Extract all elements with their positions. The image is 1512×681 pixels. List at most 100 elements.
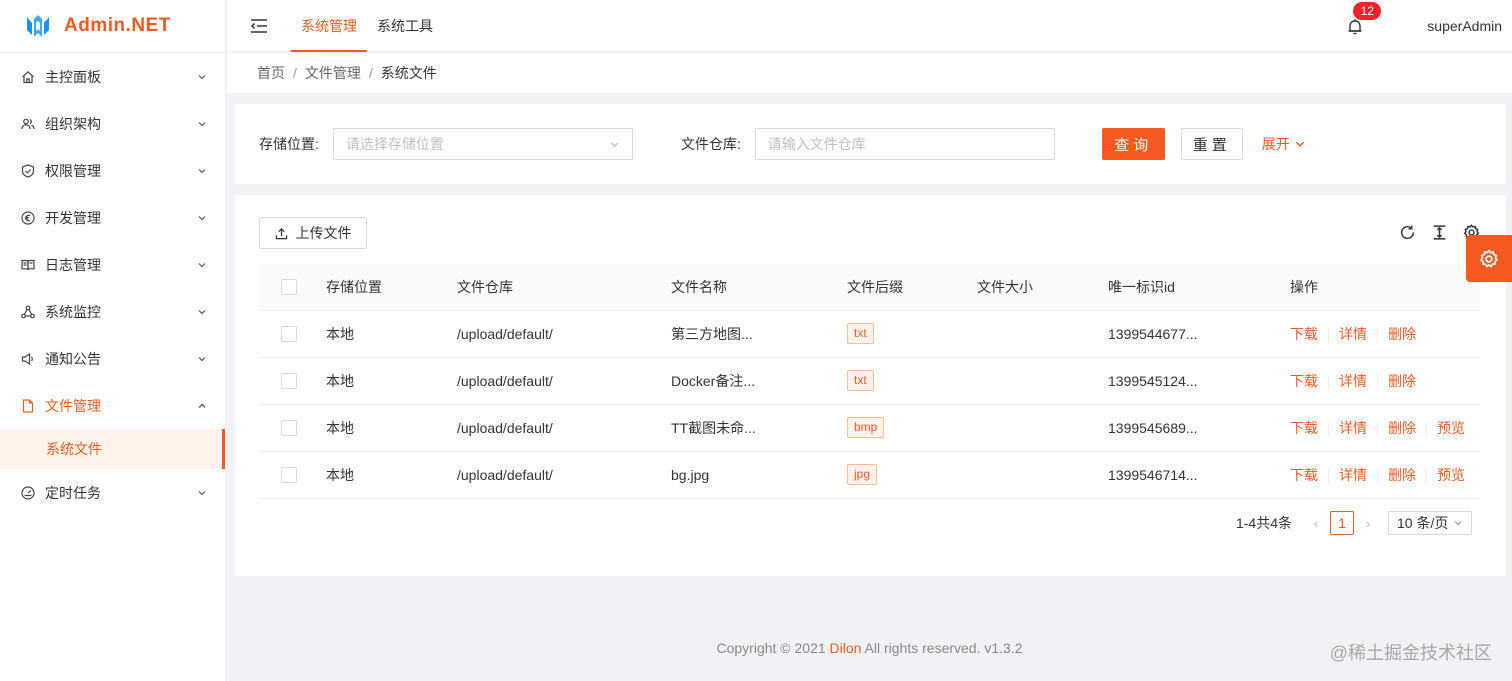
breadcrumb-home[interactable]: 首页 [257, 63, 285, 83]
delete-link[interactable]: 删除 [1388, 467, 1416, 483]
cell-name: Docker备注... [671, 357, 847, 405]
column-header-size[interactable]: 文件大小 [977, 264, 1108, 311]
cell-actions: 下载 详情 删除 [1290, 310, 1480, 358]
sidebar-item-development[interactable]: 开发管理 [0, 194, 225, 241]
row-checkbox[interactable] [281, 420, 297, 437]
storage-label: 存储位置: [259, 136, 319, 152]
table-row: 本地 /upload/default/ TT截图未命... bmp 139954… [259, 404, 1480, 452]
cell-suffix: bmp [847, 404, 977, 452]
cell-storage: 本地 [326, 310, 457, 358]
sound-icon [21, 352, 35, 366]
detail-link[interactable]: 详情 [1339, 326, 1367, 342]
chevron-up-icon [197, 401, 207, 411]
breadcrumb: 首页 / 文件管理 / 系统文件 [227, 53, 1512, 93]
cell-actions: 下载 详情 删除 预览 [1290, 451, 1480, 499]
suffix-tag: txt [847, 370, 874, 391]
select-all-checkbox[interactable] [281, 279, 297, 296]
cell-size [977, 451, 1108, 499]
sidebar-item-file-management[interactable]: 文件管理 [0, 382, 225, 429]
chevron-down-icon [197, 260, 207, 270]
search-form: 存储位置: 请选择存储位置 文件仓库: 查询 重置 展开 [235, 104, 1506, 184]
chevron-down-icon [197, 213, 207, 223]
delete-link[interactable]: 删除 [1388, 326, 1416, 342]
upload-file-button[interactable]: 上传文件 [259, 217, 367, 249]
sidebar-item-logs[interactable]: 日志管理 [0, 241, 225, 288]
cell-storage: 本地 [326, 357, 457, 405]
column-header-repo[interactable]: 文件仓库 [457, 264, 671, 311]
cell-size [977, 357, 1108, 405]
repo-input[interactable] [754, 128, 1055, 160]
detail-link[interactable]: 详情 [1339, 373, 1367, 389]
sidebar-item-dashboard[interactable]: 主控面板 [0, 53, 225, 100]
column-header-id[interactable]: 唯一标识id [1108, 264, 1290, 311]
storage-select-placeholder: 请选择存储位置 [345, 136, 444, 152]
sidebar-subitem-system-files[interactable]: 系统文件 [0, 429, 225, 469]
breadcrumb-file-management[interactable]: 文件管理 [305, 63, 361, 83]
action-divider [1377, 421, 1378, 436]
sidebar-item-scheduled-tasks[interactable]: 定时任务 [0, 469, 225, 516]
breadcrumb-separator: / [368, 65, 373, 81]
column-header-storage[interactable]: 存储位置 [326, 264, 457, 311]
download-link[interactable]: 下载 [1290, 420, 1318, 436]
reload-icon[interactable] [1398, 223, 1416, 241]
sidebar-item-monitoring[interactable]: 系统监控 [0, 288, 225, 335]
tab-label: 系统工具 [377, 17, 433, 34]
app-title: Admin.NET [64, 15, 171, 36]
chevron-down-icon [197, 119, 207, 129]
upload-icon [275, 227, 287, 239]
download-link[interactable]: 下载 [1290, 326, 1318, 342]
detail-link[interactable]: 详情 [1339, 467, 1367, 483]
sidebar-item-announcements[interactable]: 通知公告 [0, 335, 225, 382]
preview-link[interactable]: 预览 [1437, 420, 1465, 436]
download-link[interactable]: 下载 [1290, 467, 1318, 483]
theme-settings-button[interactable] [1466, 235, 1512, 282]
bell-icon [1348, 18, 1362, 34]
prev-page-button[interactable]: ‹ [1304, 516, 1328, 531]
select-all-cell [259, 264, 326, 311]
notification-button[interactable]: 12 [1347, 1, 1382, 36]
tab-system-management[interactable]: 系统管理 [291, 0, 367, 52]
sidebar: Admin.NET 主控面板 组织架构 权限管理 开发管理 日志管理 系统监控 … [0, 0, 226, 681]
page-size-select[interactable]: 10 条/页 [1388, 511, 1472, 535]
expand-link[interactable]: 展开 [1262, 134, 1306, 154]
user-menu[interactable]: superAdmin [1427, 18, 1502, 34]
sidebar-item-organization[interactable]: 组织架构 [0, 100, 225, 147]
sidebar-item-label: 定时任务 [45, 484, 101, 501]
preview-link[interactable]: 预览 [1437, 467, 1465, 483]
notification-badge: 12 [1353, 1, 1382, 20]
breadcrumb-current: 系统文件 [380, 65, 437, 81]
delete-link[interactable]: 删除 [1388, 420, 1416, 436]
page-1-button[interactable]: 1 [1330, 511, 1354, 535]
cell-name: bg.jpg [671, 451, 847, 499]
app-logo[interactable]: Admin.NET [0, 0, 225, 53]
detail-link[interactable]: 详情 [1339, 420, 1367, 436]
download-link[interactable]: 下载 [1290, 373, 1318, 389]
delete-link[interactable]: 删除 [1388, 373, 1416, 389]
row-checkbox[interactable] [281, 373, 297, 390]
tab-label: 系统管理 [301, 17, 357, 34]
query-button[interactable]: 查询 [1101, 128, 1165, 160]
euro-icon [21, 210, 35, 225]
pagination-total: 1-4共4条 [1235, 515, 1292, 531]
row-checkbox[interactable] [281, 467, 297, 484]
row-select-cell [259, 357, 326, 405]
reset-button[interactable]: 重置 [1180, 128, 1243, 160]
cluster-icon [21, 305, 35, 319]
row-checkbox[interactable] [281, 326, 297, 343]
dashboard-icon [21, 485, 35, 500]
footer-brand-link[interactable]: Dilon [830, 640, 862, 656]
suffix-tag: bmp [847, 417, 885, 438]
column-header-suffix[interactable]: 文件后缀 [847, 264, 977, 311]
next-page-button[interactable]: › [1356, 516, 1380, 531]
action-divider [1377, 468, 1378, 483]
column-header-name[interactable]: 文件名称 [671, 264, 847, 311]
sidebar-item-permissions[interactable]: 权限管理 [0, 147, 225, 194]
menu-fold-button[interactable] [227, 0, 291, 52]
cell-id: 1399545124... [1108, 357, 1290, 405]
menu-fold-icon [250, 18, 267, 33]
tab-system-tools[interactable]: 系统工具 [367, 0, 443, 52]
cell-id: 1399545689... [1108, 404, 1290, 452]
column-height-icon[interactable] [1430, 223, 1448, 241]
storage-select[interactable]: 请选择存储位置 [332, 128, 633, 160]
file-table-card: 上传文件 存储位置 文件仓库 文件名称 文件后缀 文件大小 唯一标识id 操作 … [235, 195, 1506, 576]
